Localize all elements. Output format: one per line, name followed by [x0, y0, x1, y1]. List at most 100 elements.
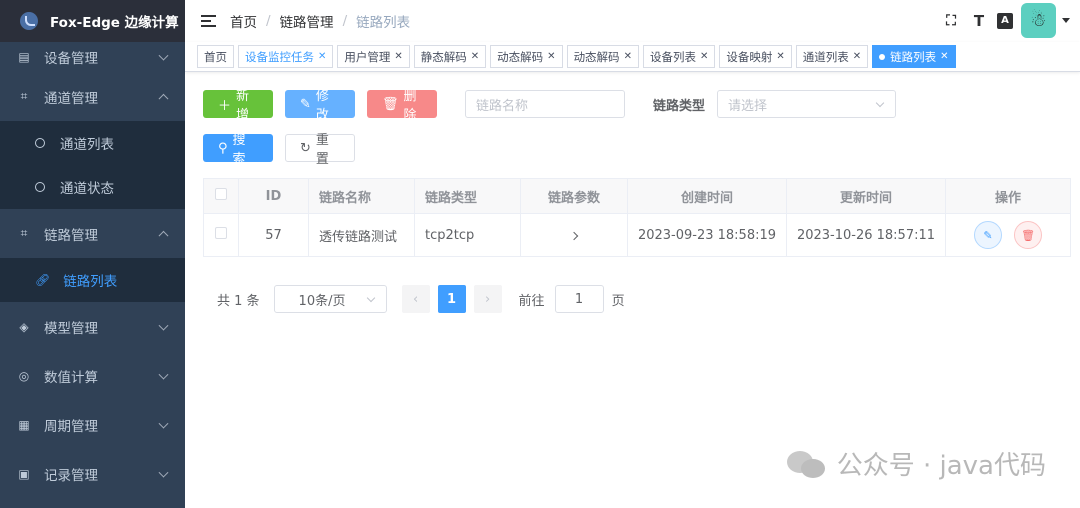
placeholder: 链路名称: [476, 98, 529, 114]
avatar[interactable]: ☃︎: [1021, 3, 1056, 38]
goto-page-input[interactable]: 1: [554, 285, 604, 313]
tag-link-list[interactable]: 链路列表 ✕: [872, 45, 956, 68]
fullscreen-icon[interactable]: ⛶: [941, 11, 961, 31]
sidebar: Fox-Edge 边缘计算 ▤ 设备管理 ⌗ 通道管理 通道列表 通道状态 ⌗ …: [0, 0, 185, 508]
tag-home[interactable]: 首页: [197, 45, 234, 68]
button-label: 修改: [315, 89, 329, 123]
circle-icon: [35, 182, 45, 192]
watermark-text: 公众号 · java代码: [836, 451, 1046, 481]
chevron-down-icon: [366, 293, 375, 303]
sidebar-item-label: 设备管理: [44, 51, 98, 67]
select-all-checkbox[interactable]: [215, 188, 227, 200]
tag-static-decode[interactable]: 静态解码 ✕: [413, 45, 487, 68]
close-icon[interactable]: ✕: [776, 51, 784, 62]
toolbar-row-2: ⚲ 搜索 ↻ 重置: [203, 133, 1073, 167]
app-title: Fox-Edge 边缘计算: [50, 15, 179, 31]
close-icon[interactable]: ✕: [394, 51, 402, 62]
close-icon[interactable]: ✕: [853, 51, 861, 62]
sidebar-item-device[interactable]: ▤ 设备管理: [0, 42, 185, 72]
chevron-down-icon: [158, 369, 169, 380]
link-submenu: 🔗︎ 链路列表: [0, 258, 185, 302]
link-type-select[interactable]: 请选择: [717, 90, 897, 118]
link-group-icon: ⌗: [20, 226, 28, 240]
tag-label: 用户管理: [344, 49, 391, 64]
chevron-up-icon: [158, 93, 169, 104]
column-header: 创建时间: [627, 178, 787, 214]
pagination-total: 共 1 条: [217, 293, 260, 309]
channel-icon: ⌗: [20, 89, 28, 103]
pagination: 共 1 条 10条/页 ‹ 1 › 前往 1 页: [203, 285, 1073, 313]
chevron-down-icon: [875, 98, 885, 108]
tag-device-list[interactable]: 设备列表 ✕: [642, 45, 716, 68]
sidebar-item-channel[interactable]: ⌗ 通道管理: [0, 72, 185, 121]
search-button[interactable]: ⚲ 搜索: [203, 133, 273, 167]
chevron-up-icon: [158, 230, 169, 241]
delete-button[interactable]: 🗑︎ 删除: [367, 89, 437, 123]
caret-down-icon[interactable]: [1062, 18, 1070, 23]
close-icon[interactable]: ✕: [471, 51, 479, 62]
sidebar-item-label: 记录管理: [44, 467, 98, 484]
tag-label: 链路列表: [890, 49, 937, 64]
language-icon[interactable]: A: [997, 12, 1013, 29]
next-page-button[interactable]: ›: [473, 285, 502, 313]
sidebar-item-label: 数值计算: [44, 369, 98, 386]
sidebar-item-record[interactable]: ▣ 记录管理: [0, 449, 185, 498]
tag-device-mapping[interactable]: 设备映射 ✕: [719, 45, 792, 68]
cell-params: [520, 213, 628, 257]
edit-button[interactable]: ✎ 修改: [285, 89, 355, 123]
close-icon[interactable]: ✕: [700, 51, 708, 62]
active-dot-icon: [879, 53, 886, 60]
page-size-select[interactable]: 10条/页: [273, 285, 387, 313]
add-button[interactable]: ＋新增: [203, 89, 273, 123]
close-icon[interactable]: ✕: [547, 51, 555, 62]
tag-dynamic-decode-2[interactable]: 动态解码 ✕: [566, 45, 639, 68]
close-icon[interactable]: ✕: [624, 51, 632, 62]
tag-label: 静态解码: [420, 49, 467, 64]
reset-button[interactable]: ↻ 重置: [285, 133, 355, 167]
link-name-input[interactable]: 链路名称: [465, 90, 625, 118]
sidebar-item-period[interactable]: ▦ 周期管理: [0, 400, 185, 449]
edit-icon: ✎: [300, 96, 311, 112]
tag-dynamic-decode[interactable]: 动态解码 ✕: [490, 45, 563, 68]
row-delete-button[interactable]: 🗑︎: [1014, 221, 1043, 249]
tag-device-monitor[interactable]: 设备监控任务 ✕: [238, 45, 334, 68]
tag-label: 设备监控任务: [245, 49, 314, 64]
cell-name: 透传链路测试: [308, 213, 415, 257]
font-size-icon[interactable]: T: [969, 11, 989, 31]
sidebar-item-label: 链路管理: [44, 227, 98, 244]
logo[interactable]: Fox-Edge 边缘计算: [0, 0, 185, 42]
sidebar-item-channel-list[interactable]: 通道列表: [0, 121, 185, 165]
sidebar-item-label: 通道管理: [44, 90, 98, 107]
sidebar-item-model[interactable]: ◈ 模型管理: [0, 302, 185, 351]
sidebar-item-label: 周期管理: [44, 418, 98, 435]
row-checkbox[interactable]: [215, 227, 227, 239]
breadcrumb-separator: /: [342, 13, 348, 29]
table-header-row: ID 链路名称 链路类型 链路参数 创建时间 更新时间 操作: [203, 178, 1071, 214]
sidebar-item-calc[interactable]: ◎ 数值计算: [0, 351, 185, 400]
button-label: 删除: [403, 89, 417, 123]
refresh-icon: ↻: [300, 140, 311, 156]
breadcrumb-home[interactable]: 首页: [230, 11, 257, 31]
page-number-button[interactable]: 1: [437, 285, 466, 313]
sidebar-item-label: 通道列表: [60, 137, 114, 153]
tag-channel-list[interactable]: 通道列表 ✕: [795, 45, 869, 68]
sidebar-item-channel-status[interactable]: 通道状态: [0, 165, 185, 209]
cell-created: 2023-09-23 18:58:19: [627, 213, 787, 257]
close-icon[interactable]: ✕: [940, 51, 948, 62]
close-icon[interactable]: ✕: [318, 51, 326, 62]
list-icon: ▤: [18, 50, 30, 64]
link-type-label: 链路类型: [653, 98, 706, 114]
page-suffix: 页: [611, 293, 625, 309]
sidebar-item-link-list[interactable]: 🔗︎ 链路列表: [0, 258, 185, 302]
tag-user-management[interactable]: 用户管理 ✕: [337, 45, 410, 68]
prev-page-button[interactable]: ‹: [401, 285, 430, 313]
hamburger-icon[interactable]: [201, 15, 216, 27]
chevron-right-icon[interactable]: [569, 231, 579, 240]
cell-actions: ✎ 🗑︎: [945, 213, 1071, 257]
row-edit-button[interactable]: ✎: [973, 221, 1002, 249]
navbar: 首页 / 链路管理 / 链路列表 ⛶ T A ☃︎: [185, 0, 1080, 42]
trash-icon: 🗑︎: [382, 96, 399, 112]
tag-label: 设备列表: [649, 49, 696, 64]
breadcrumb-link-management[interactable]: 链路管理: [280, 11, 334, 31]
sidebar-item-link[interactable]: ⌗ 链路管理: [0, 209, 185, 258]
